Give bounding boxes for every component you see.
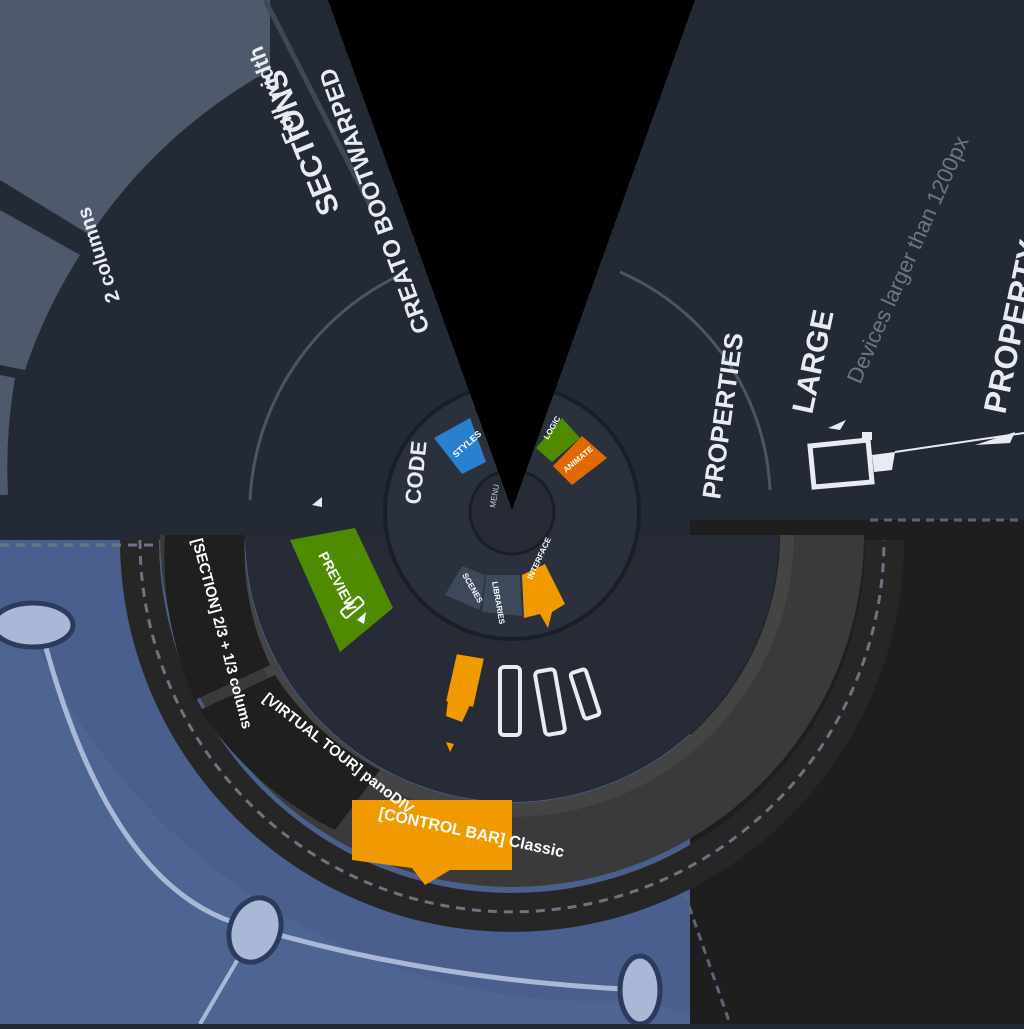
radial-editor: [SECTION] 2/3 + 1/3 colums [VIRTUAL TOUR…	[0, 0, 1024, 1027]
radial-editor-canvas: [SECTION] 2/3 + 1/3 colums [VIRTUAL TOUR…	[0, 0, 1024, 1027]
map-node[interactable]	[617, 953, 663, 1027]
map-node[interactable]	[0, 600, 76, 650]
